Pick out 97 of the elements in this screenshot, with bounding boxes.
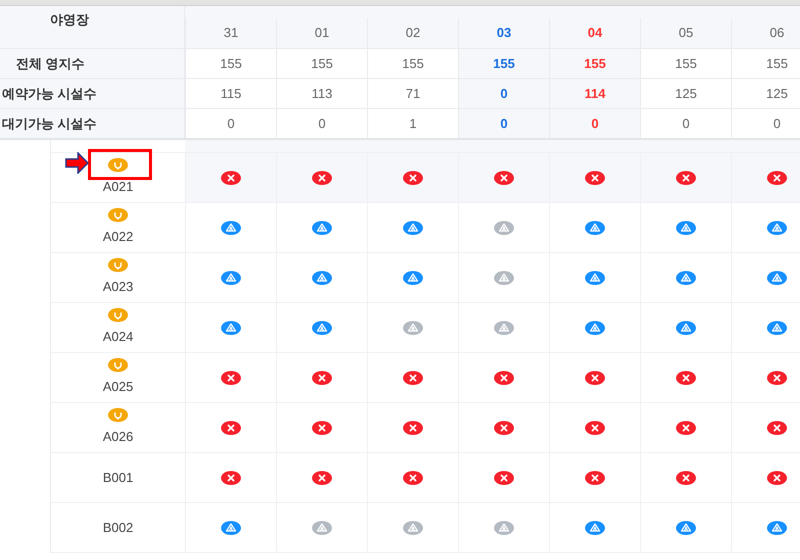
cross-icon[interactable] (676, 420, 696, 434)
tent-icon[interactable] (312, 220, 332, 234)
site-name: A024 (102, 328, 134, 346)
count-cell-text: 113 (312, 84, 332, 103)
cross-icon[interactable] (585, 420, 605, 434)
cross-icon[interactable] (676, 170, 696, 184)
row-label: 전체 영지수 (15, 54, 85, 73)
count-cell-text: 71 (406, 84, 420, 103)
cross-icon[interactable] (585, 370, 605, 384)
cross-icon[interactable] (403, 420, 423, 434)
count-cell-text: 155 (766, 54, 788, 73)
date-label: 04 (588, 24, 602, 42)
cross-icon[interactable] (312, 470, 332, 484)
tent-icon[interactable] (767, 220, 787, 234)
count-cell-text: 155 (493, 54, 515, 73)
site-name: B002 (102, 518, 134, 537)
row-label: 예약가능 시설수 (2, 84, 97, 103)
plug-icon (108, 158, 128, 172)
count-cell-text: 0 (227, 114, 235, 133)
count-cell-text: 0 (500, 84, 508, 103)
plug-icon (108, 308, 128, 322)
cross-icon[interactable] (221, 420, 241, 434)
site-name: B001 (102, 468, 134, 487)
plug-icon (108, 358, 128, 372)
tent-icon[interactable] (767, 320, 787, 334)
count-cell-text: 115 (220, 84, 242, 103)
date-label: 01 (314, 24, 330, 42)
site-name: A023 (102, 278, 134, 296)
cross-icon[interactable] (767, 170, 787, 184)
cross-icon[interactable] (403, 370, 423, 384)
tent-icon[interactable] (585, 270, 605, 284)
date-label: 02 (406, 24, 420, 42)
plug-icon (108, 208, 128, 222)
cross-icon[interactable] (767, 470, 787, 484)
tent-icon[interactable] (312, 270, 332, 284)
tent-icon[interactable] (221, 520, 241, 534)
tent-icon[interactable] (676, 270, 696, 284)
count-cell-text: 0 (318, 114, 326, 133)
date-label: 03 (496, 24, 512, 42)
cross-icon[interactable] (494, 370, 514, 384)
cross-icon[interactable] (494, 170, 514, 184)
tent-icon[interactable] (403, 220, 423, 234)
count-cell-text: 114 (584, 84, 606, 103)
arrow-icon (65, 152, 89, 174)
count-cell-text: 125 (675, 84, 697, 103)
tent-icon[interactable] (585, 220, 605, 234)
cross-icon[interactable] (221, 470, 241, 484)
cross-icon[interactable] (585, 470, 605, 484)
tent-icon[interactable] (403, 270, 423, 284)
count-cell-text: 125 (766, 84, 788, 103)
count-cell-text: 1 (409, 114, 417, 133)
count-cell-text: 0 (773, 114, 781, 133)
count-cell-text: 155 (311, 54, 333, 73)
cross-icon[interactable] (403, 470, 423, 484)
cross-icon[interactable] (494, 420, 514, 434)
tent-icon[interactable] (312, 320, 332, 334)
cross-icon[interactable] (312, 370, 332, 384)
tent-icon[interactable] (585, 320, 605, 334)
row-label: 대기가능 시설수 (2, 114, 97, 133)
tent-icon[interactable] (767, 520, 787, 534)
highlight-frame (88, 149, 152, 180)
site-name: A021 (102, 178, 134, 196)
count-cell-text: 0 (682, 114, 690, 133)
count-cell-text: 155 (584, 54, 606, 73)
cross-icon[interactable] (403, 170, 423, 184)
tent-icon[interactable] (676, 520, 696, 534)
site-name: A025 (102, 378, 134, 396)
tent-icon[interactable] (585, 520, 605, 534)
cross-icon[interactable] (585, 170, 605, 184)
tent-icon[interactable] (221, 220, 241, 234)
count-cell-text: 0 (500, 114, 508, 133)
count-cell-text: 155 (402, 54, 424, 73)
site-name: A026 (102, 428, 134, 446)
count-cell-text: 0 (591, 114, 599, 133)
tent-icon[interactable] (221, 320, 241, 334)
tent-icon[interactable] (767, 270, 787, 284)
date-label: 06 (770, 24, 784, 42)
cross-icon[interactable] (494, 470, 514, 484)
count-cell-text: 155 (675, 54, 697, 73)
plug-icon (108, 408, 128, 422)
date-label: 05 (678, 24, 694, 42)
count-cell-text: 155 (220, 54, 242, 73)
cross-icon[interactable] (221, 170, 241, 184)
cross-icon[interactable] (221, 370, 241, 384)
plug-icon (108, 258, 128, 272)
tent-icon[interactable] (676, 320, 696, 334)
cross-icon[interactable] (767, 370, 787, 384)
cross-icon[interactable] (312, 170, 332, 184)
tent-icon[interactable] (676, 220, 696, 234)
cross-icon[interactable] (676, 470, 696, 484)
date-label: 31 (224, 24, 238, 42)
tent-icon[interactable] (221, 270, 241, 284)
cross-icon[interactable] (312, 420, 332, 434)
header-label: 야영장 (50, 11, 89, 29)
cross-icon[interactable] (767, 420, 787, 434)
site-name: A022 (102, 228, 134, 246)
cross-icon[interactable] (676, 370, 696, 384)
